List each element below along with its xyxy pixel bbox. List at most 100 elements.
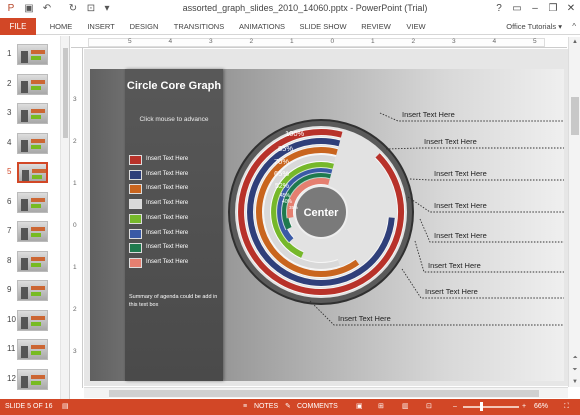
undo-icon[interactable]: ↶ <box>40 2 54 16</box>
zoom-slider-thumb[interactable] <box>480 402 483 411</box>
tab-slide-show[interactable]: SLIDE SHOW <box>298 18 348 35</box>
preview-shape <box>31 351 41 355</box>
slide-preview[interactable] <box>17 44 48 65</box>
tab-insert[interactable]: INSERT <box>84 18 118 35</box>
thumbnail-scroll-thumb[interactable] <box>63 48 68 138</box>
title-panel[interactable]: Circle Core Graph Click mouse to advance… <box>125 69 223 381</box>
slide-thumbnail[interactable]: 6 <box>0 191 60 214</box>
legend-item[interactable]: Insert Text Here <box>129 169 221 181</box>
slide-sorter-icon[interactable]: ⊞ <box>378 399 384 415</box>
legend-swatch <box>129 243 142 254</box>
slide-number: 5 <box>7 167 12 176</box>
collapse-ribbon-icon[interactable]: ^ <box>572 18 576 35</box>
tab-home[interactable]: HOME <box>44 18 78 35</box>
legend-swatch <box>129 155 142 165</box>
horizontal-scroll-thumb[interactable] <box>109 390 539 397</box>
slide-thumbnail[interactable]: 12 <box>0 368 60 391</box>
legend-item[interactable]: Insert Text Here <box>129 154 221 166</box>
reading-view-icon[interactable]: ▥ <box>402 399 409 415</box>
scroll-down-icon[interactable]: ▼ <box>569 377 580 387</box>
legend-item[interactable]: Insert Text Here <box>129 228 221 240</box>
start-slideshow-icon[interactable]: ⊡ <box>84 2 98 16</box>
save-icon[interactable]: ▣ <box>22 2 36 16</box>
callout-label: Insert Text Here <box>428 261 481 270</box>
legend-item[interactable]: Insert Text Here <box>129 242 221 254</box>
vertical-scroll-thumb[interactable] <box>571 97 579 135</box>
help-button[interactable]: ? <box>490 1 508 16</box>
slide-thumbnail[interactable]: 5 <box>0 162 60 184</box>
legend-item[interactable]: Insert Text Here <box>129 213 221 225</box>
zoom-in-icon[interactable]: + <box>522 399 526 415</box>
slide-thumbnail[interactable]: 7 <box>0 221 60 243</box>
legend-label: Insert Text Here <box>146 170 189 177</box>
slide-preview[interactable] <box>17 339 48 360</box>
slide-preview[interactable] <box>17 280 48 301</box>
zoom-level[interactable]: 66% <box>534 399 548 415</box>
customize-toolbar-icon[interactable]: ▾ <box>100 2 114 16</box>
callout-label: Insert Text Here <box>424 137 477 146</box>
minimize-button[interactable]: – <box>526 1 544 16</box>
slide-thumbnail[interactable]: 3 <box>0 103 60 125</box>
slide-thumbnail[interactable]: 8 <box>0 250 60 273</box>
tab-file[interactable]: FILE <box>0 18 36 35</box>
tab-view[interactable]: VIEW <box>402 18 430 35</box>
slide-preview[interactable] <box>17 191 48 213</box>
slide-preview[interactable] <box>17 162 48 183</box>
legend-item[interactable]: Insert Text Here <box>129 198 221 210</box>
account-menu[interactable]: Office Tutorials ▾ <box>506 18 562 35</box>
summary-text[interactable]: Summary of agenda could be add in this t… <box>129 293 221 309</box>
slide-preview[interactable] <box>17 132 48 154</box>
zoom-slider[interactable] <box>463 406 519 408</box>
horizontal-scrollbar[interactable] <box>84 387 568 398</box>
ribbon-display-icon[interactable]: ▭ <box>508 1 526 16</box>
normal-view-icon[interactable]: ▣ <box>356 399 363 415</box>
ruler-label: 3 <box>73 96 77 103</box>
zoom-out-icon[interactable]: – <box>453 399 457 415</box>
slide-preview[interactable] <box>17 103 48 124</box>
slide-canvas[interactable]: Center 100% 85% 70% 65% 52% 45% 40% 35% Insert Te… <box>90 69 564 381</box>
preview-panel <box>21 139 28 152</box>
vertical-scrollbar[interactable]: ▲ ⏶ ⏷ ▼ <box>568 37 580 387</box>
slide-thumbnail[interactable]: 1 <box>0 44 60 66</box>
comments-icon[interactable]: ✎ <box>285 399 291 415</box>
slide-preview[interactable] <box>17 73 48 95</box>
slide-thumbnail[interactable]: 2 <box>0 73 60 96</box>
slide-title: Circle Core Graph <box>126 80 222 92</box>
tab-transitions[interactable]: TRANSITIONS <box>170 18 228 35</box>
tab-design[interactable]: DESIGN <box>126 18 162 35</box>
scroll-up-icon[interactable]: ▲ <box>569 37 580 47</box>
prev-slide-icon[interactable]: ⏶ <box>569 353 580 363</box>
slide-preview[interactable] <box>17 368 48 390</box>
ruler-label: 3 <box>209 38 213 45</box>
spellcheck-icon[interactable]: ▤ <box>62 399 69 415</box>
notes-button[interactable]: NOTES <box>254 399 278 415</box>
slide-thumbnail[interactable]: 11 <box>0 339 60 361</box>
tab-animations[interactable]: ANIMATIONS <box>234 18 290 35</box>
percent-label: 70% <box>274 157 289 166</box>
close-button[interactable]: ✕ <box>562 1 580 16</box>
slide-preview[interactable] <box>17 221 48 242</box>
ruler-label: 4 <box>492 38 497 45</box>
slide-thumbnail[interactable]: 9 <box>0 280 60 302</box>
comments-button[interactable]: COMMENTS <box>297 399 338 415</box>
slide-preview[interactable] <box>17 309 48 331</box>
tab-review[interactable]: REVIEW <box>358 18 394 35</box>
slideshow-view-icon[interactable]: ⊡ <box>426 399 432 415</box>
ruler-label: 3 <box>73 348 77 355</box>
fit-slide-icon[interactable]: ⛶ <box>564 399 569 415</box>
callout-label: Insert Text Here <box>425 287 478 296</box>
legend-item[interactable]: Insert Text Here <box>129 257 221 269</box>
thumbnail-scrollbar[interactable] <box>60 36 69 399</box>
preview-shape <box>31 144 41 149</box>
next-slide-icon[interactable]: ⏷ <box>569 365 580 375</box>
slide-thumbnail[interactable]: 4 <box>0 132 60 155</box>
slide-preview[interactable] <box>17 250 48 272</box>
ruler-label: 1 <box>290 38 294 45</box>
legend-item[interactable]: Insert Text Here <box>129 183 221 195</box>
redo-icon[interactable]: ↻ <box>66 2 80 16</box>
ruler-track <box>88 38 545 47</box>
notes-icon[interactable]: ≡ <box>243 399 247 415</box>
slide-thumbnail[interactable]: 10 <box>0 309 60 332</box>
restore-button[interactable]: ❐ <box>544 1 562 16</box>
ruler-label: 1 <box>73 180 77 187</box>
